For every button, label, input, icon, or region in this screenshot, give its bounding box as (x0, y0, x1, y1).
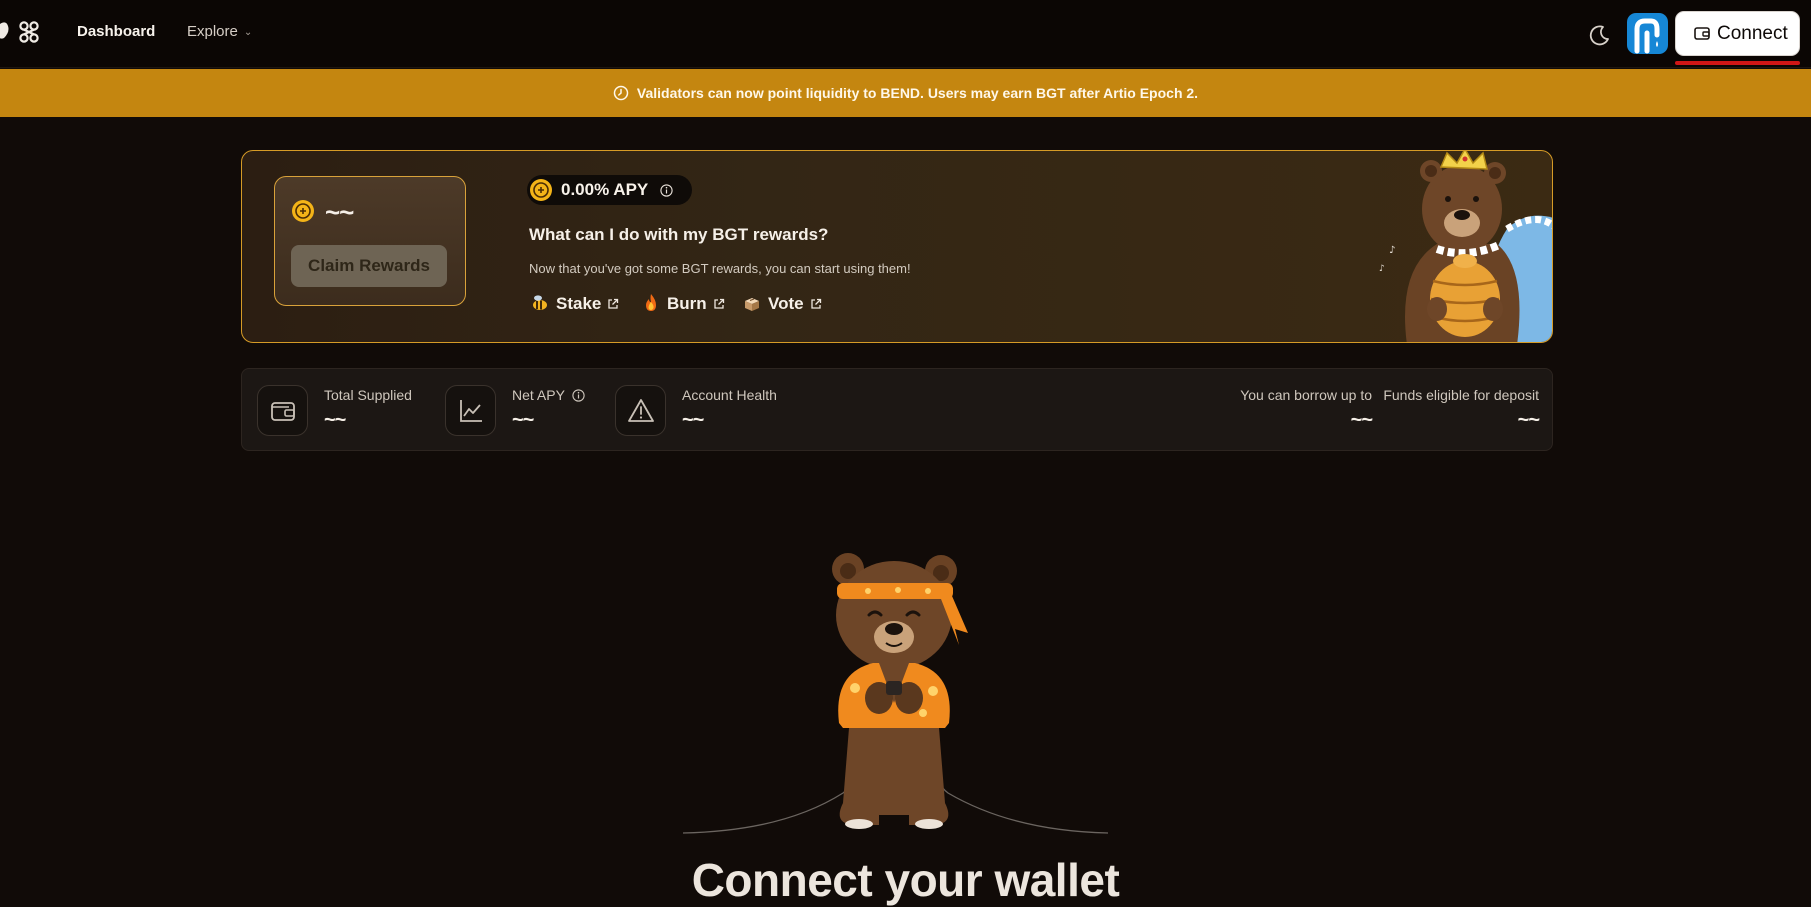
connect-highlight (1675, 61, 1800, 65)
net-apy-icon-box (445, 385, 496, 436)
apy-badge: 0.00% APY (527, 175, 692, 205)
account-health-label: Account Health (682, 387, 777, 403)
account-stats-bar: Total Supplied ~~ Net APY ~~ Account Hea… (241, 368, 1553, 451)
bgt-coin-icon (530, 179, 552, 201)
nav-dashboard[interactable]: Dashboard (77, 22, 155, 42)
stake-link[interactable]: Stake (530, 292, 619, 316)
apy-value: 0.00% APY (561, 180, 649, 199)
wallet-icon (1694, 27, 1710, 40)
borrow-label: You can borrow up to (1240, 387, 1372, 403)
bgt-coin-icon (292, 200, 314, 222)
nav-explore[interactable]: Explore ⌄ (187, 22, 252, 43)
bear-plug-illustration (683, 553, 1108, 834)
claim-rewards-button[interactable]: Claim Rewards (291, 245, 447, 287)
info-icon[interactable] (660, 184, 673, 197)
fire-icon (646, 294, 656, 311)
vote-label: Vote (768, 294, 804, 313)
external-link-icon (810, 298, 821, 309)
clock-icon (613, 85, 629, 101)
rewards-title: What can I do with my BGT rewards? (529, 225, 829, 244)
net-apy-value: ~~ (512, 409, 534, 431)
king-bear-illustration: ♪ ♪ (1379, 151, 1552, 342)
connect-button[interactable]: Connect (1675, 11, 1800, 56)
burn-link[interactable]: Burn (641, 292, 725, 316)
borrow-value: ~~ (1350, 409, 1373, 431)
info-icon[interactable] (571, 389, 585, 402)
svg-text:♪: ♪ (1379, 264, 1385, 274)
moon-icon[interactable] (1584, 20, 1614, 50)
announcement-banner: Validators can now point liquidity to BE… (0, 69, 1811, 117)
external-link-icon (608, 298, 619, 309)
chevron-down-icon: ⌄ (243, 27, 253, 38)
claim-rewards-box: ~~ Claim Rewards (274, 176, 466, 306)
eligible-label: Funds eligible for deposit (1383, 387, 1539, 403)
ballot-box-icon (745, 298, 759, 311)
account-health-icon-box (615, 385, 666, 436)
vote-link[interactable]: Vote (742, 292, 822, 316)
banner-text: Validators can now point liquidity to BE… (636, 85, 1199, 101)
faucet-icon (1634, 18, 1660, 54)
bgt-rewards-card: ~~ Claim Rewards 0.00% APY What can I do… (241, 150, 1553, 343)
top-header: Dashboard Explore ⌄ Connect (0, 0, 1811, 68)
logo-icon[interactable] (0, 18, 46, 46)
total-supplied-icon-box (257, 385, 308, 436)
line-chart-icon (460, 400, 482, 422)
svg-text:♪: ♪ (1389, 245, 1395, 256)
wallet-icon (271, 402, 295, 421)
net-apy-label-text: Net APY (512, 387, 565, 403)
bee-icon (533, 295, 547, 310)
connect-label: Connect (1717, 23, 1788, 44)
external-link-icon (714, 298, 724, 309)
connect-wallet-heading: Connect your wallet (691, 854, 1120, 906)
eligible-value: ~~ (1517, 409, 1540, 431)
total-supplied-label: Total Supplied (324, 387, 412, 403)
faucet-button[interactable] (1627, 13, 1668, 54)
stake-label: Stake (556, 294, 602, 313)
net-apy-label: Net APY (512, 387, 585, 403)
burn-label: Burn (667, 294, 707, 313)
account-health-value: ~~ (682, 409, 704, 431)
warning-icon (628, 399, 654, 422)
nav-explore-label: Explore (187, 23, 238, 40)
total-supplied-value: ~~ (324, 409, 346, 431)
rewards-subtitle: Now that you've got some BGT rewards, yo… (529, 261, 911, 276)
rewards-amount: ~~ (325, 197, 354, 227)
